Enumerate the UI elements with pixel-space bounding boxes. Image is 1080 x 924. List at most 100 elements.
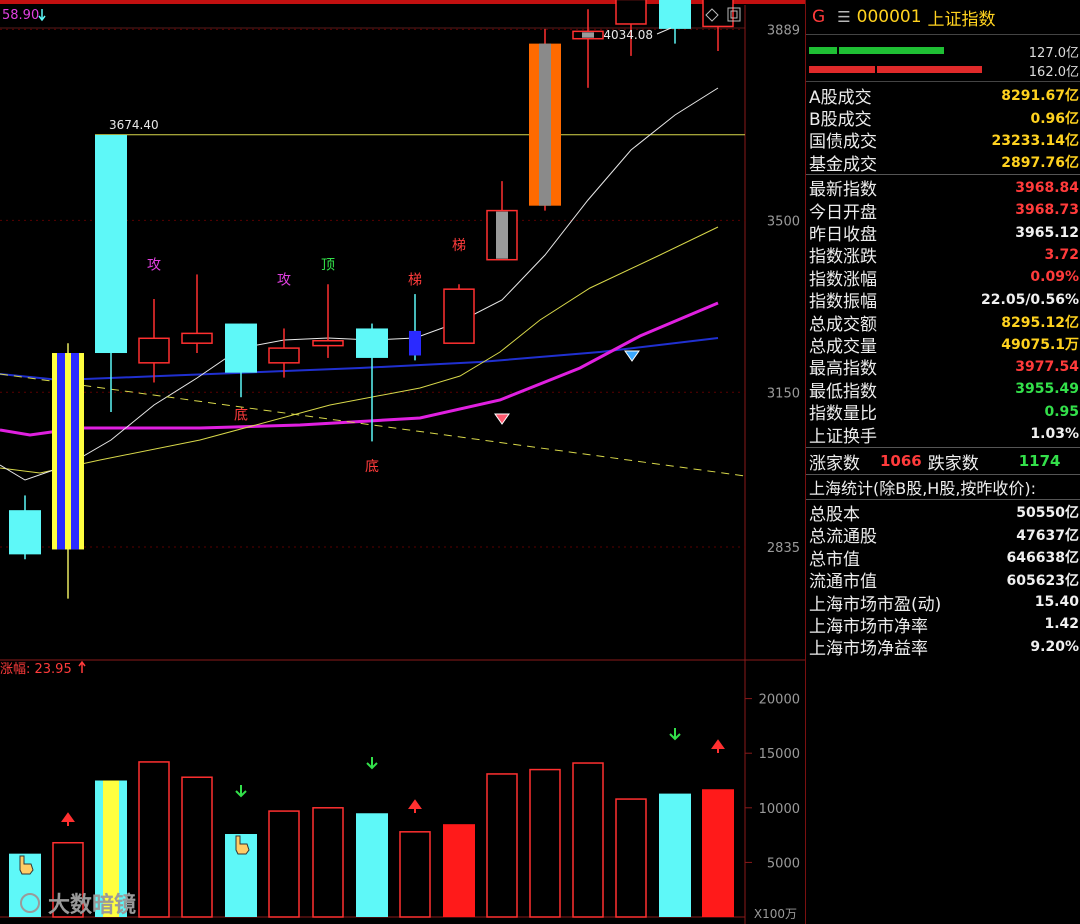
down-arrow-icon [366, 757, 378, 770]
quote-label: 今日开盘 [809, 202, 877, 223]
volume-bar [443, 824, 475, 917]
menu-icon[interactable]: ☰ [837, 8, 850, 26]
volume-bar [659, 793, 691, 917]
trading-value: 8291.67亿 [1001, 88, 1079, 105]
market-breadth: 涨家数 1066 跌家数 1174 [806, 447, 1080, 476]
volume-unit-label: X100万 [754, 907, 797, 921]
trading-row: 基金成交 2897.76亿 [806, 151, 1080, 175]
volume-bar [486, 773, 518, 918]
stat-label: 上海市场净益率 [809, 639, 928, 660]
stat-row: 上海市场市盈(动) 15.40 [806, 591, 1080, 615]
quote-row: 最新指数 3968.84 [806, 177, 1080, 201]
volume-bar [9, 853, 41, 917]
candle-core [582, 32, 594, 38]
ask-total: 162.0亿 [1028, 65, 1079, 80]
candle-body [52, 353, 84, 550]
candle-body [138, 337, 170, 364]
up-arrow-icon [61, 812, 75, 826]
candle-core [496, 211, 508, 259]
quote-label: 最低指数 [809, 381, 877, 402]
quote-row: 最高指数 3977.54 [806, 356, 1080, 380]
stat-label: 总流通股 [809, 527, 877, 548]
quote-row: 指数量比 0.95 [806, 400, 1080, 425]
stat-value: 50550亿 [1016, 505, 1079, 522]
signal-marker: 梯 [408, 272, 422, 288]
reference-line-label: 3674.40 [109, 118, 159, 132]
signal-marker: 攻 [147, 258, 161, 274]
signal-marker: 顶 [321, 258, 335, 274]
bid-bar [839, 47, 944, 54]
kline-chart[interactable]: 2835 3150 3500 3889 5000 10000 15000 20000 X100万… [0, 0, 805, 924]
candle-body [225, 323, 257, 373]
trading-value: 23233.14亿 [991, 132, 1079, 149]
up-count-label: 涨家数 [809, 453, 860, 474]
stats-section: 总股本 50550亿总流通股 47637亿总市值 646638亿 流通市值 605623亿… [806, 500, 1080, 660]
quote-panel: G ☰ 000001 上证指数 127.0亿 162.0亿 A股成交 8291.6… [805, 0, 1080, 924]
signal-marker: 底 [234, 407, 248, 423]
quote-value: 0.09% [1030, 269, 1079, 286]
stat-row: 总流通股 47637亿 [806, 524, 1080, 548]
stat-value: 1.42 [1044, 616, 1079, 633]
ask-bar [809, 66, 875, 73]
high-label-arrow [656, 27, 672, 35]
candle-body [268, 347, 300, 364]
quote-label: 指数振幅 [809, 292, 877, 313]
quote-row: 指数振幅 22.05/0.56% [806, 289, 1080, 313]
stats-header: 上海统计(除B股,H股,按昨收价): [806, 475, 1080, 501]
panel-header: G ☰ 000001 上证指数 [806, 0, 1080, 35]
price-tick-label: 3150 [767, 386, 800, 401]
quote-value: 8295.12亿 [1001, 315, 1079, 332]
candle-stripe [57, 353, 65, 550]
quote-value: 22.05/0.56% [981, 291, 1079, 308]
price-tick-label: 3500 [767, 214, 800, 229]
candle-core [539, 43, 551, 206]
candle-body [9, 510, 41, 555]
trading-label: B股成交 [809, 110, 872, 131]
watermark-text: 大数暗镜 [48, 892, 136, 918]
stat-label: 总市值 [809, 549, 860, 570]
quote-label: 昨日收盘 [809, 225, 877, 246]
signal-marker: 攻 [277, 272, 291, 288]
quote-label: 总成交额 [809, 314, 877, 335]
down-arrow-icon [38, 9, 46, 22]
quote-value: 3977.54 [1015, 358, 1079, 375]
group-tag[interactable]: G [812, 7, 825, 27]
quote-value: 3.72 [1044, 246, 1079, 263]
volume-tick-label: 20000 [759, 693, 800, 708]
up-arrow-icon [78, 660, 86, 673]
quote-row: 指数涨跌 3.72 [806, 244, 1080, 268]
quote-value: 3968.84 [1015, 179, 1079, 196]
quote-row: 今日开盘 3968.73 [806, 199, 1080, 223]
quote-label: 总成交量 [809, 337, 877, 357]
candle-body [181, 332, 213, 344]
stat-row: 上海市场净益率 9.20% [806, 636, 1080, 660]
stat-row: 总市值 646638亿 [806, 546, 1080, 570]
quote-value: 49075.1万 [1001, 337, 1079, 354]
stat-label: 总股本 [809, 504, 860, 525]
quote-label: 最新指数 [809, 180, 877, 201]
stat-value: 47637亿 [1016, 527, 1079, 544]
trading-value: 0.96亿 [1030, 110, 1079, 127]
trading-label: 国债成交 [809, 132, 877, 153]
volume-bar [356, 813, 388, 917]
stock-code: 000001 [856, 7, 922, 27]
quote-row: 上证换手 1.03% [806, 423, 1080, 447]
candle-body [95, 134, 127, 354]
quote-row: 总成交额 8295.12亿 [806, 311, 1080, 335]
quote-label: 指数涨跌 [809, 247, 877, 268]
trading-label: A股成交 [809, 87, 872, 108]
candle-body [615, 0, 647, 25]
candle-body [356, 328, 388, 358]
trading-row: A股成交 8291.67亿 [806, 84, 1080, 108]
volume-bar [399, 831, 431, 918]
stock-name: 上证指数 [927, 9, 996, 30]
stat-value: 605623亿 [1006, 572, 1079, 589]
volume-bar [529, 768, 561, 918]
stat-row: 流通市值 605623亿 [806, 568, 1080, 593]
trading-section: A股成交 8291.67亿 B股成交 0.96亿国债成交 23233.14亿基金成交 28… [806, 82, 1080, 175]
stat-label: 流通市值 [809, 572, 877, 593]
volume-indicator-label: 涨幅: 23.95 [0, 662, 72, 677]
up-arrow-icon [408, 799, 422, 813]
volume-bar [702, 789, 734, 917]
diamond-icon [624, 350, 640, 362]
